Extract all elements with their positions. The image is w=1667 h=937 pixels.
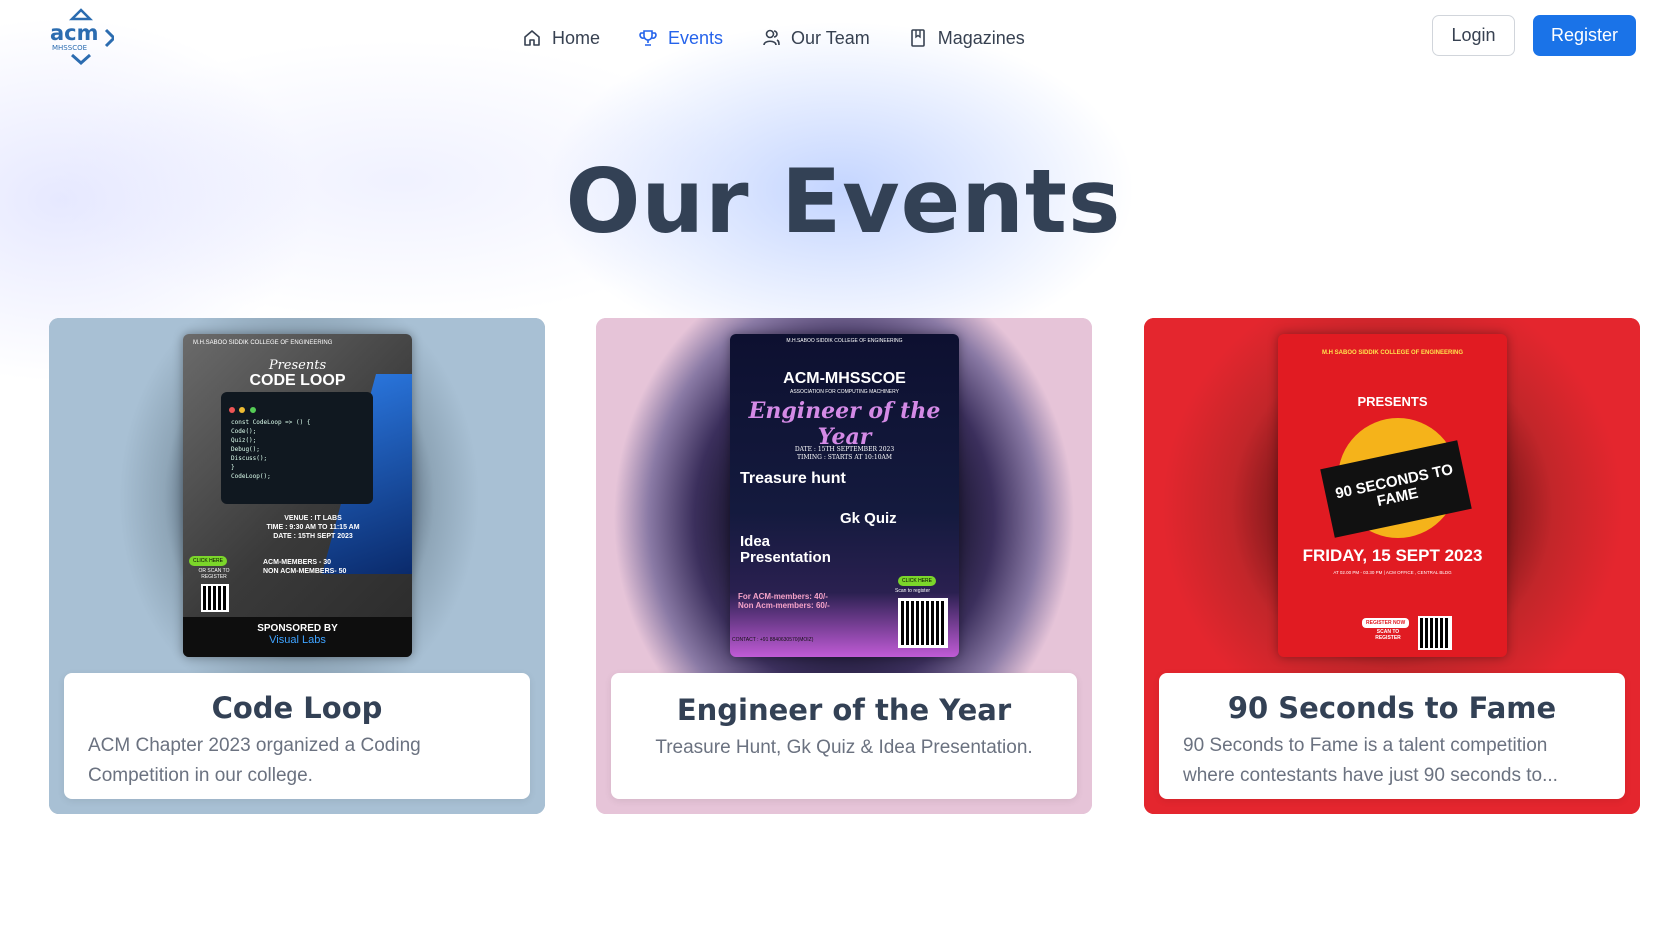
poster-schedule: VENUE : IT LABS TIME : 9:30 AM TO 11:15 … [266, 515, 360, 540]
nav-item-label: Our Team [791, 27, 870, 48]
poster-event-name: CODE LOOP [249, 372, 346, 389]
poster-time: AT 02.00 PM - 03.30 PM | ACM OFFICE , CE… [1333, 570, 1452, 575]
event-title: 90 Seconds to Fame [1227, 691, 1557, 725]
team-icon [763, 29, 780, 46]
nav-item-label: Events [668, 27, 724, 48]
poster-date: FRIDAY, 15 SEPT 2023 [1302, 546, 1483, 565]
poster-register-now: REGISTER NOW [1362, 618, 1410, 628]
event-card-code-loop[interactable]: M.H.SABOO SIDDIK COLLEGE OF ENGINEERING … [49, 318, 545, 814]
event-info: Code Loop ACM Chapter 2023 organized a C… [64, 673, 530, 799]
poster-presents: Presents [268, 358, 327, 373]
poster-code-window: const CodeLoop => () { Code(); Quiz(); D… [221, 392, 373, 504]
book-icon [910, 29, 925, 47]
qr-code-icon [1418, 616, 1452, 650]
window-dots [229, 400, 256, 418]
trophy-icon [639, 30, 657, 46]
login-button[interactable]: Login [1432, 15, 1515, 56]
event-description: 90 Seconds to Fame is a talent competiti… [1183, 735, 1558, 786]
poster-code: const CodeLoop => () { Code(); Quiz(); D… [231, 419, 311, 480]
event-description: ACM Chapter 2023 organized a Coding Comp… [88, 735, 421, 786]
qr-code-icon [201, 584, 229, 612]
nav-item-label: Home [552, 27, 601, 48]
poster-scan-text: Scan to register [895, 588, 931, 594]
poster-college: M.H.SABOO SIDDIK COLLEGE OF ENGINEERING [786, 338, 903, 344]
event-card-engineer-of-the-year[interactable]: M.H.SABOO SIDDIK COLLEGE OF ENGINEERING … [596, 318, 1092, 814]
svg-text:MHSSCOE: MHSSCOE [52, 44, 87, 52]
poster-college: M.H SABOO SIDDIK COLLEGE OF ENGINEERING [1321, 350, 1463, 356]
navbar: acm MHSSCOE Home Events Our Team Magazin… [0, 0, 1667, 76]
poster-college: M.H.SABOO SIDDIK COLLEGE OF ENGINEERING [193, 340, 333, 346]
svg-text:acm: acm [50, 21, 99, 45]
poster-event-name: Engineer of the Year [748, 398, 941, 450]
poster-item-1: Treasure hunt [740, 470, 846, 487]
page-title: Our Events [565, 150, 1122, 253]
event-description: Treasure Hunt, Gk Quiz & Idea Presentati… [655, 737, 1033, 758]
event-title: Code Loop [211, 691, 383, 725]
event-info: 90 Seconds to Fame 90 Seconds to Fame is… [1159, 673, 1625, 799]
poster-fees: ACM-MEMBERS - 30 NON ACM-MEMBERS- 50 [263, 559, 347, 575]
nav-item-our-team[interactable]: Our Team [761, 24, 870, 52]
poster-click-here: CLICK HERE [898, 576, 937, 586]
poster-item-3: Idea Presentation [740, 533, 831, 566]
qr-code-icon [898, 598, 948, 648]
home-icon [524, 30, 540, 46]
event-poster[interactable]: M.H.SABOO SIDDIK COLLEGE OF ENGINEERING … [730, 334, 959, 657]
acm-logo[interactable]: acm MHSSCOE [48, 7, 117, 66]
poster-scan-text: SCAN TO REGISTER [1375, 629, 1401, 641]
nav-item-home[interactable]: Home [522, 24, 600, 52]
poster-presents: PRESENTS [1357, 394, 1428, 409]
poster-fees: For ACM-members: 40/- Non Acm-members: 6… [738, 592, 830, 610]
poster-date: DATE : 15TH SEPTEMBER 2023 TIMING : STAR… [794, 446, 895, 461]
poster-sponsor-band: SPONSORED BY Visual Labs [183, 617, 412, 657]
event-card-90-seconds-to-fame[interactable]: M.H SABOO SIDDIK COLLEGE OF ENGINEERING … [1144, 318, 1640, 814]
nav-item-events[interactable]: Events [638, 24, 723, 52]
poster-org-sub: ASSOCIATION FOR COMPUTING MACHINERY [790, 389, 899, 395]
event-title: Engineer of the Year [676, 693, 1012, 727]
poster-item-2: Gk Quiz [840, 510, 897, 527]
event-info: Engineer of the Year Treasure Hunt, Gk Q… [611, 673, 1077, 799]
nav-item-label: Magazines [937, 27, 1025, 48]
poster-scan-text: OR SCAN TO REGISTER [198, 568, 230, 580]
poster-org: ACM-MHSSCOE [783, 370, 906, 387]
poster-click-here: CLICK HERE [189, 556, 228, 566]
register-button[interactable]: Register [1533, 15, 1636, 56]
main-menu: Home Events Our Team Magazines [522, 24, 1063, 52]
event-poster[interactable]: M.H SABOO SIDDIK COLLEGE OF ENGINEERING … [1278, 334, 1507, 657]
poster-contact: CONTACT : +91 8840630570(MOIZ) [732, 637, 814, 643]
event-poster[interactable]: M.H.SABOO SIDDIK COLLEGE OF ENGINEERING … [183, 334, 412, 657]
nav-item-magazines[interactable]: Magazines [908, 24, 1025, 52]
acm-logo-icon: acm MHSSCOE [50, 8, 117, 66]
